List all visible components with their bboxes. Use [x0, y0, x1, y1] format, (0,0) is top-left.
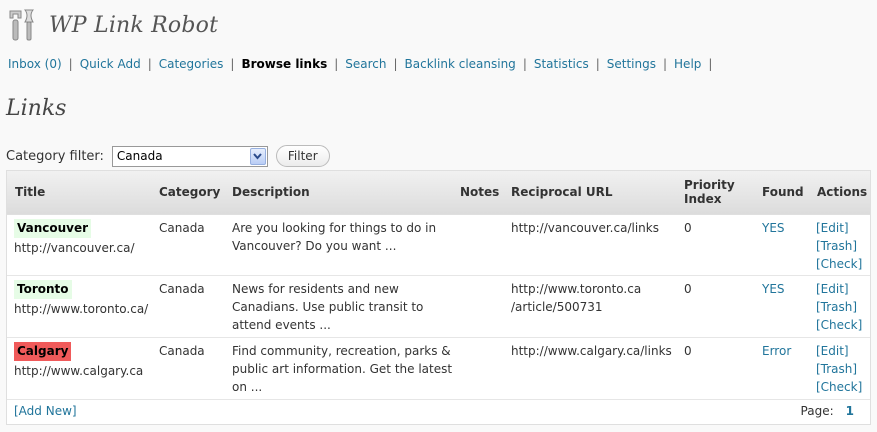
nav-separator: |	[595, 57, 600, 71]
column-reciprocal-url: Reciprocal URL	[511, 185, 613, 199]
category-select-value: Canada	[116, 149, 163, 163]
column-description: Description	[232, 185, 310, 199]
column-title: Title	[15, 185, 46, 199]
link-url: http://www.calgary.ca	[14, 364, 144, 378]
nav-item-backlink-cleansing[interactable]: Backlink cleansing	[405, 57, 516, 71]
link-title-cell: Vancouver http://vancouver.ca/	[14, 219, 135, 257]
check-link[interactable]: [Check]	[816, 316, 862, 334]
reciprocal-url-line: http://www.calgary.ca/links	[511, 344, 672, 358]
nav-item-statistics[interactable]: Statistics	[534, 57, 589, 71]
edit-link[interactable]: [Edit]	[816, 219, 862, 237]
category-filter: Category filter: Canada Filter	[6, 145, 330, 167]
pagination: Page: 1	[801, 404, 854, 418]
nav-item-settings[interactable]: Settings	[607, 57, 656, 71]
nav-item-categories[interactable]: Categories	[159, 57, 224, 71]
row-actions: [Edit] [Trash] [Check]	[816, 280, 862, 334]
link-url: http://www.toronto.ca/	[14, 302, 149, 316]
description-line: Vancouver? Do you want ...	[232, 239, 397, 253]
description-line: attend events ...	[232, 318, 331, 332]
link-description: News for residents and new Canadians. Use…	[232, 280, 423, 334]
nav-separator: |	[68, 57, 73, 71]
reciprocal-url-line: /article/500731	[511, 300, 603, 314]
nav-separator: |	[708, 57, 713, 71]
row-actions: [Edit] [Trash] [Check]	[816, 342, 862, 396]
nav-separator: |	[393, 57, 398, 71]
description-line: on ...	[232, 380, 263, 394]
nav-separator: |	[662, 57, 668, 71]
links-table: Title Category Description Notes Recipro…	[6, 170, 871, 425]
nav-item-quick-add[interactable]: Quick Add	[80, 57, 141, 71]
reciprocal-url: http://www.toronto.ca/article/500731	[511, 280, 641, 316]
table-footer: [Add New] Page: 1	[7, 400, 870, 424]
priority-index: 0	[684, 282, 692, 296]
link-url: http://vancouver.ca/	[14, 241, 135, 255]
table-header: Title Category Description Notes Recipro…	[7, 171, 870, 215]
column-found: Found	[762, 185, 804, 199]
found-status[interactable]: Error	[762, 342, 791, 360]
trash-link[interactable]: [Trash]	[816, 360, 862, 378]
reciprocal-url: http://www.calgary.ca/links	[511, 342, 672, 360]
found-status[interactable]: YES	[762, 280, 785, 298]
column-notes: Notes	[460, 185, 500, 199]
reciprocal-url: http://vancouver.ca/links	[511, 219, 659, 237]
reciprocal-url-line: http://vancouver.ca/links	[511, 221, 659, 235]
filter-button[interactable]: Filter	[275, 145, 330, 167]
app-header: WP Link Robot	[7, 8, 218, 42]
found-status[interactable]: YES	[762, 219, 785, 237]
add-new-link[interactable]: [Add New]	[14, 404, 77, 418]
link-title-cell: Toronto http://www.toronto.ca/	[14, 280, 148, 318]
app-title: WP Link Robot	[49, 12, 219, 38]
row-actions: [Edit] [Trash] [Check]	[816, 219, 862, 273]
link-description: Are you looking for things to do in Vanco…	[232, 219, 436, 255]
page-link-current[interactable]: 1	[846, 404, 854, 418]
main-nav: Inbox (0) | Quick Add | Categories | Browse li…	[8, 57, 719, 71]
description-line: Are you looking for things to do in	[232, 221, 437, 235]
description-line: Canadians. Use public transit to	[232, 300, 424, 314]
category-select[interactable]: Canada	[111, 145, 268, 167]
column-actions: Actions	[817, 185, 868, 199]
nav-separator: |	[147, 57, 152, 71]
link-title[interactable]: Toronto	[14, 280, 72, 299]
chevron-down-icon[interactable]	[249, 147, 266, 165]
filter-label: Category filter:	[6, 148, 104, 164]
description-line: public art information. Get the latest	[232, 362, 453, 376]
priority-index: 0	[684, 344, 692, 358]
description-line: Find community, recreation, parks &	[232, 344, 451, 358]
table-row: Calgary http://www.calgary.ca Canada Find c…	[7, 338, 870, 400]
table-row: Vancouver http://vancouver.ca/Canada Are y…	[7, 215, 870, 276]
link-title-cell: Calgary http://www.calgary.ca	[14, 342, 143, 380]
check-link[interactable]: [Check]	[816, 255, 862, 273]
tools-icon	[9, 9, 35, 41]
edit-link[interactable]: [Edit]	[816, 280, 862, 298]
trash-link[interactable]: [Trash]	[816, 237, 862, 255]
reciprocal-url-line: http://www.toronto.ca	[511, 282, 642, 296]
link-category: Canada	[159, 221, 205, 235]
nav-separator: |	[334, 57, 339, 71]
link-title[interactable]: Vancouver	[14, 219, 92, 238]
nav-item-browse-links[interactable]: Browse links	[241, 57, 327, 71]
nav-item-inbox-0[interactable]: Inbox (0)	[8, 57, 62, 71]
column-priority-index: Priority Index	[684, 178, 735, 206]
link-title[interactable]: Calgary	[14, 342, 72, 361]
table-row: Toronto http://www.toronto.ca/Canada News …	[7, 276, 870, 338]
edit-link[interactable]: [Edit]	[816, 342, 862, 360]
page-title: Links	[6, 96, 67, 121]
nav-separator: |	[230, 57, 235, 71]
nav-item-help[interactable]: Help	[674, 57, 701, 71]
link-category: Canada	[159, 344, 205, 358]
link-description: Find community, recreation, parks & publi…	[232, 342, 452, 396]
nav-item-search[interactable]: Search	[345, 57, 386, 71]
trash-link[interactable]: [Trash]	[816, 298, 862, 316]
column-category: Category	[159, 185, 221, 199]
priority-index: 0	[684, 221, 692, 235]
check-link[interactable]: [Check]	[816, 378, 862, 396]
pager-label: Page:	[800, 404, 834, 418]
description-line: News for residents and new	[232, 282, 399, 296]
nav-separator: |	[522, 57, 527, 71]
link-category: Canada	[159, 282, 205, 296]
